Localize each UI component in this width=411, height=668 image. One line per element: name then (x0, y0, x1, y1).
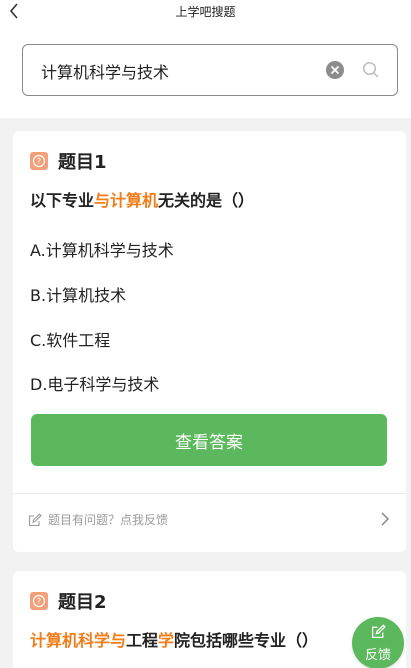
divider (13, 493, 406, 494)
search-area: 计算机科学与技术 (0, 24, 411, 118)
question-card: ? 题目2 计算机科学与工程学院包括哪些专业（） (13, 571, 406, 668)
search-icon[interactable] (362, 61, 380, 79)
report-problem-link[interactable]: 题目有问题？点我反馈 (28, 508, 390, 530)
question-header: ? 题目2 (30, 588, 107, 614)
question-text-part: 以下专业 (30, 191, 95, 210)
question-text-highlight: 学 (158, 631, 175, 650)
option-c[interactable]: C.软件工程 (30, 327, 110, 351)
question-text-part: 无关的是（） (158, 191, 255, 210)
view-answer-button[interactable]: 查看答案 (31, 414, 387, 466)
question-text-part: 院包括哪些专业（） (174, 631, 319, 650)
question-text-highlight: 与计算机 (94, 191, 159, 210)
search-query-text: 计算机科学与技术 (41, 63, 170, 82)
option-a[interactable]: A.计算机科学与技术 (30, 237, 174, 261)
question-label: 题目1 (58, 152, 107, 173)
question-header: ? 题目1 (30, 148, 107, 174)
feedback-label: 反馈 (364, 647, 391, 663)
chevron-right-icon[interactable] (380, 511, 390, 527)
question-text-part: 工程 (126, 631, 159, 650)
question-card: ? 题目1 以下专业与计算机无关的是（） A.计算机科学与技术 B.计算机技术 … (13, 131, 406, 552)
question-icon: ? (30, 592, 48, 610)
top-bar: 上学吧搜题 (0, 0, 411, 24)
edit-icon (28, 512, 42, 527)
report-text: 题目有问题？点我反馈 (48, 512, 169, 527)
svg-text:?: ? (37, 157, 41, 166)
edit-icon (371, 623, 386, 643)
question-label: 题目2 (58, 592, 107, 613)
option-b[interactable]: B.计算机技术 (30, 282, 126, 306)
question-text: 计算机科学与工程学院包括哪些专业（） (30, 627, 318, 651)
question-icon: ? (30, 152, 48, 170)
app-title: 上学吧搜题 (175, 5, 236, 19)
svg-text:?: ? (37, 597, 41, 606)
feedback-button[interactable]: 反馈 (352, 617, 404, 668)
clear-icon[interactable] (325, 60, 345, 80)
question-text: 以下专业与计算机无关的是（） (30, 187, 254, 211)
search-input[interactable]: 计算机科学与技术 (22, 44, 398, 96)
option-d[interactable]: D.电子科学与技术 (30, 371, 159, 395)
question-text-highlight: 计算机科学与 (30, 631, 127, 650)
